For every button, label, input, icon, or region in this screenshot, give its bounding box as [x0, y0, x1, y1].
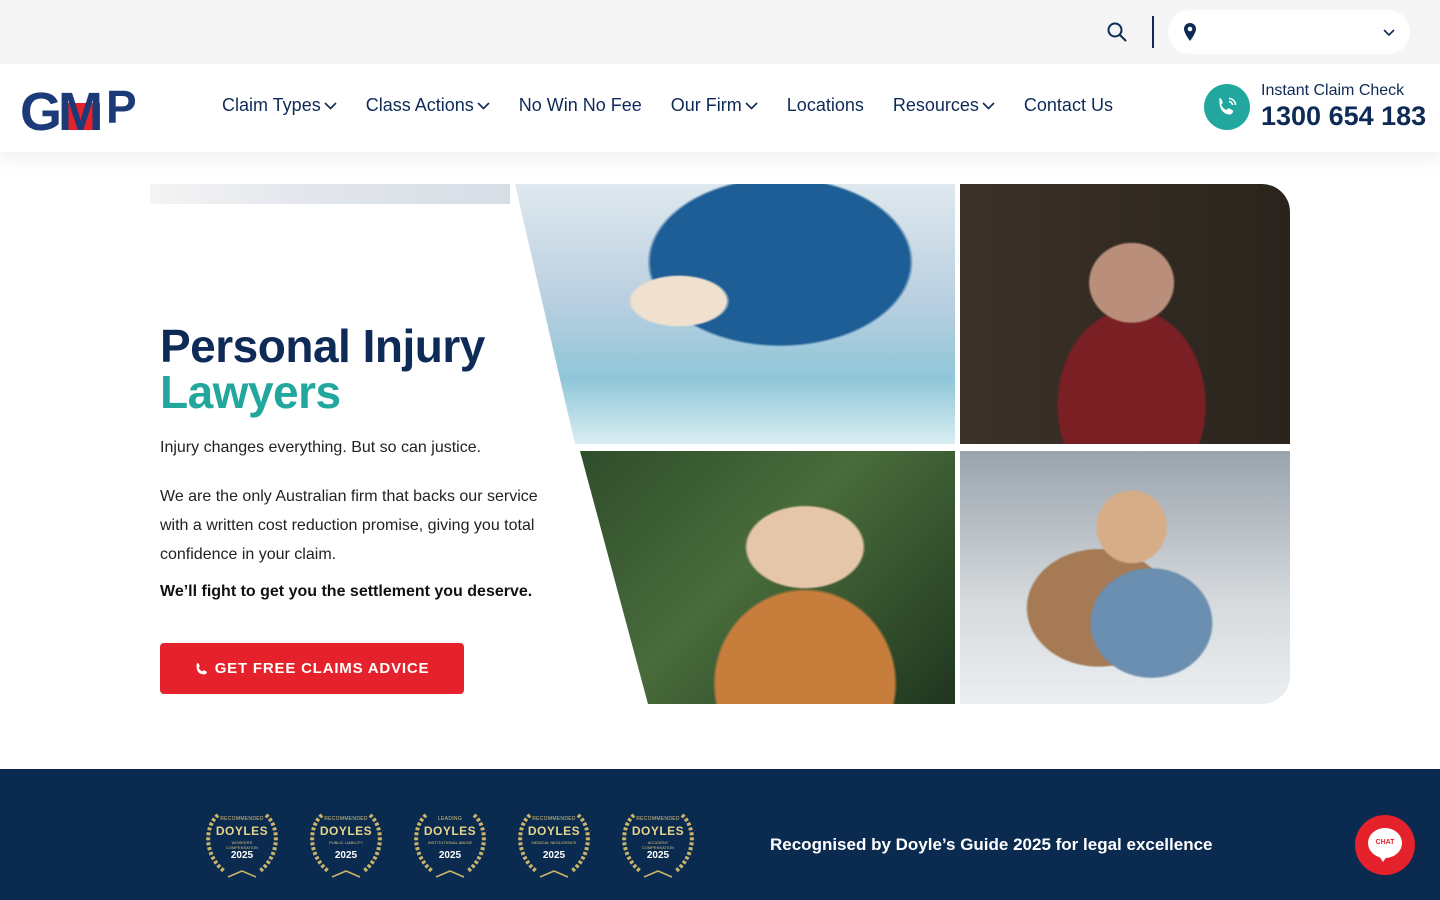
badge-rank: RECOMMENDED: [220, 816, 264, 822]
chevron-down-icon: [477, 102, 490, 110]
phone-number-link[interactable]: 1300 654 183: [1261, 101, 1426, 132]
main-nav: Claim Types Class Actions No Win No Fee …: [222, 95, 1142, 116]
badge-name: DOYLES: [631, 824, 685, 838]
chevron-down-icon: [1383, 29, 1395, 37]
badge-category: INSTITUTIONAL ABUSE: [427, 840, 473, 845]
awards-caption: Recognised by Doyle’s Guide 2025 for leg…: [770, 835, 1213, 854]
nav-label: Contact Us: [1023, 95, 1113, 115]
badge-category: MEDICAL NEGLIGENCE: [531, 840, 577, 845]
title-line-2: Lawyers: [160, 366, 341, 418]
badge-year: 2025: [542, 850, 566, 861]
hero-emphasis: We’ll fight to get you the settlement yo…: [160, 583, 533, 600]
badge-name: DOYLES: [319, 824, 373, 838]
location-select[interactable]: [1168, 10, 1410, 54]
hero-background-strip: [150, 184, 510, 204]
utility-divider: [1152, 16, 1154, 48]
badge-year: 2025: [438, 850, 462, 861]
badge-name: DOYLES: [423, 824, 477, 838]
svg-text:M: M: [58, 83, 100, 133]
phone-icon: [1219, 97, 1237, 115]
badge-rank: LEADING: [437, 816, 463, 822]
badge-name: DOYLES: [527, 824, 581, 838]
hero-photo-embrace: [960, 451, 1290, 704]
svg-text:G: G: [20, 83, 59, 133]
title-line-1: Personal Injury: [160, 320, 485, 372]
badge-category: ACCIDENT COMPENSATION: [641, 840, 675, 850]
hero-photo-older-man: [960, 184, 1290, 444]
phone-button[interactable]: [1204, 84, 1250, 130]
instant-claim-label: Instant Claim Check: [1261, 82, 1405, 99]
badge-year: 2025: [646, 850, 670, 861]
nav-locations[interactable]: Locations: [787, 95, 864, 116]
hero-body: We are the only Australian firm that bac…: [160, 488, 538, 563]
badge-category: PUBLIC LIABILITY: [329, 840, 363, 845]
nav-claim-types[interactable]: Claim Types: [222, 95, 337, 116]
get-free-claims-advice-button[interactable]: GET FREE CLAIMS ADVICE: [160, 643, 464, 694]
main-header: G M P LAW Claim Types Class Actions No W…: [0, 64, 1440, 152]
chevron-down-icon: [982, 102, 995, 110]
chevron-down-icon: [745, 102, 758, 110]
utility-bar: [0, 0, 1440, 64]
cta-label: GET FREE CLAIMS ADVICE: [214, 660, 430, 677]
badge-year: 2025: [230, 850, 254, 861]
nav-resources[interactable]: Resources: [893, 95, 995, 116]
doyles-badge: RECOMMENDED DOYLES WORKERS COMPENSATION …: [198, 803, 286, 883]
badge-category: WORKERS COMPENSATION: [225, 840, 259, 850]
phone-icon: [196, 662, 207, 674]
page-title: Personal Injury Lawyers: [160, 323, 485, 415]
chevron-down-icon: [324, 102, 337, 110]
nav-label: Resources: [892, 95, 979, 115]
chat-button[interactable]: CHAT: [1355, 815, 1415, 875]
doyles-badge: RECOMMENDED DOYLES MEDICAL NEGLIGENCE 20…: [510, 803, 598, 883]
nav-label: Locations: [786, 95, 864, 115]
awards-band: RECOMMENDED DOYLES WORKERS COMPENSATION …: [0, 769, 1440, 900]
nav-no-win-no-fee[interactable]: No Win No Fee: [519, 95, 642, 116]
badge-year: 2025: [334, 850, 358, 861]
search-icon[interactable]: [1106, 21, 1128, 43]
hero-photo-hospital-patient: [515, 184, 955, 444]
nav-label: Claim Types: [222, 95, 321, 115]
chat-bubble-tail: [1377, 853, 1389, 862]
doyles-badge: LEADING DOYLES INSTITUTIONAL ABUSE 2025: [406, 803, 494, 883]
doyles-badge: RECOMMENDED DOYLES PUBLIC LIABILITY 2025: [302, 803, 390, 883]
hero-photo-older-woman: [580, 451, 955, 704]
nav-our-firm[interactable]: Our Firm: [671, 95, 758, 116]
badge-rank: RECOMMENDED: [532, 816, 576, 822]
svg-text:LAW: LAW: [102, 124, 118, 131]
doyles-badge: RECOMMENDED DOYLES ACCIDENT COMPENSATION…: [614, 803, 702, 883]
nav-label: Our Firm: [670, 95, 742, 115]
nav-label: Class Actions: [365, 95, 474, 115]
hero-intro: Injury changes everything. But so can ju…: [160, 439, 482, 456]
badge-name: DOYLES: [215, 824, 269, 838]
gmp-law-logo[interactable]: G M P LAW: [20, 83, 152, 133]
nav-label: No Win No Fee: [518, 95, 642, 115]
map-pin-icon: [1184, 23, 1196, 41]
nav-contact-us[interactable]: Contact Us: [1024, 95, 1113, 116]
nav-class-actions[interactable]: Class Actions: [366, 95, 490, 116]
badge-rank: RECOMMENDED: [636, 816, 680, 822]
badge-rank: RECOMMENDED: [324, 816, 368, 822]
chat-label: CHAT: [1375, 839, 1395, 846]
